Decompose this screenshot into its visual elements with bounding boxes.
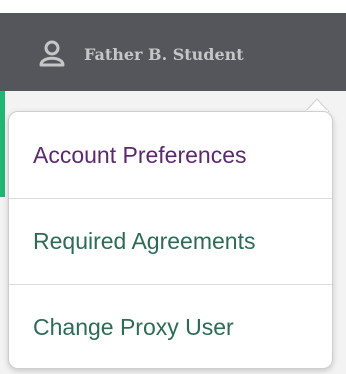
top-strip: [0, 0, 346, 13]
user-name[interactable]: Father B. Student: [84, 45, 244, 64]
menu-item-label: Required Agreements: [33, 228, 256, 254]
menu-item-label: Change Proxy User: [33, 314, 234, 340]
menu-item-label: Account Preferences: [33, 141, 247, 168]
app-root: Father B. Student Account Preferences Re…: [0, 0, 346, 374]
menu-item-account-preferences[interactable]: Account Preferences: [9, 112, 332, 198]
green-accent-bar: [0, 91, 5, 197]
menu-item-required-agreements[interactable]: Required Agreements: [9, 198, 332, 284]
user-dropdown-menu: Account Preferences Required Agreements …: [8, 111, 333, 369]
menu-item-change-proxy-user[interactable]: Change Proxy User: [9, 284, 332, 370]
user-icon[interactable]: [38, 39, 66, 67]
header-bar: Father B. Student: [0, 13, 346, 91]
